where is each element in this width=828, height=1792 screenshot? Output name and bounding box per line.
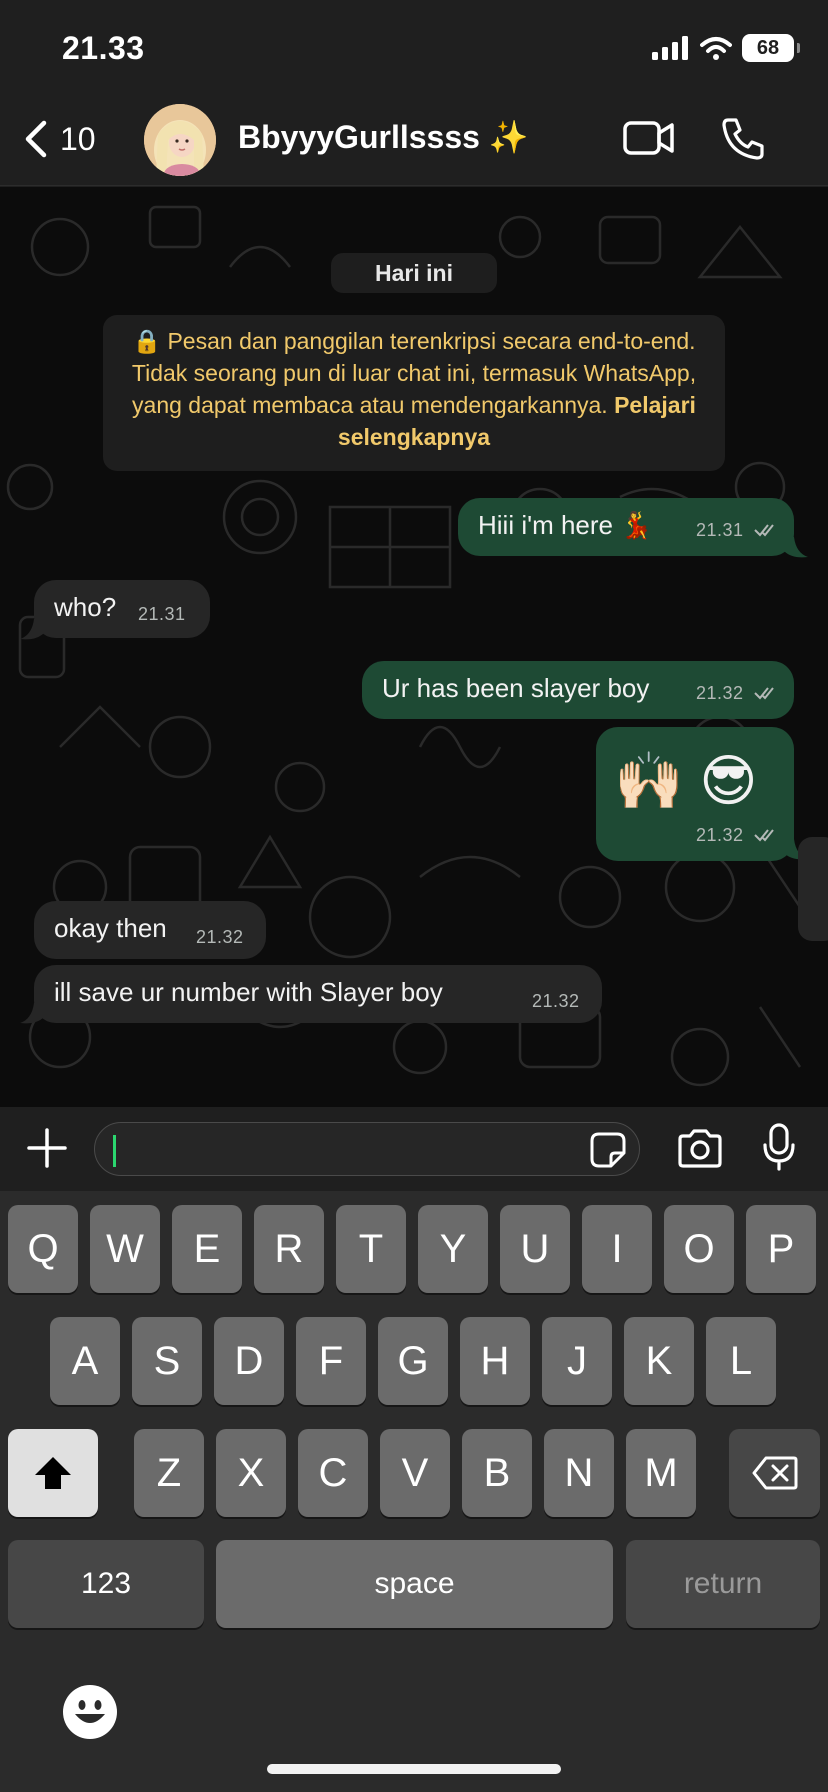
double-check-icon: [754, 524, 774, 537]
message-time: 21.32: [696, 825, 744, 845]
wifi-icon: [700, 37, 732, 60]
plus-icon: [27, 1128, 67, 1168]
key-i[interactable]: I: [582, 1205, 652, 1293]
key-e[interactable]: E: [172, 1205, 242, 1293]
contact-name[interactable]: BbyyyGurllssss ✨: [238, 118, 529, 156]
return-key[interactable]: return: [626, 1540, 820, 1628]
key-b[interactable]: B: [462, 1429, 532, 1517]
forward-handle[interactable]: [798, 837, 828, 941]
encryption-notice[interactable]: 🔒 Pesan dan panggilan terenkripsi secara…: [103, 315, 725, 471]
message-bubble-incoming[interactable]: who? 21.31: [34, 580, 210, 638]
camera-icon: [678, 1129, 722, 1168]
bubble-tail: [20, 619, 44, 640]
microphone-button[interactable]: [762, 1123, 796, 1176]
chat-header: 10 BbyyyGurllssss ✨: [0, 96, 828, 186]
message-bubble-outgoing[interactable]: Ur has been slayer boy 21.32: [362, 661, 794, 719]
key-k[interactable]: K: [624, 1317, 694, 1405]
key-y[interactable]: Y: [418, 1205, 488, 1293]
key-c[interactable]: C: [298, 1429, 368, 1517]
key-w[interactable]: W: [90, 1205, 160, 1293]
message-text: Ur has been slayer boy: [382, 673, 650, 703]
double-check-icon: [754, 829, 774, 842]
chat-area[interactable]: Hari ini 🔒 Pesan dan panggilan terenkrip…: [0, 187, 828, 1107]
onscreen-keyboard: 123 space return QWERTYUIOP ASDFGHJKL ZXCV…: [0, 1191, 828, 1792]
key-l[interactable]: L: [706, 1317, 776, 1405]
shift-arrow-icon: [35, 1457, 71, 1489]
message-bubble-outgoing-emoji[interactable]: 🙌🏻 😎 21.32: [596, 727, 794, 861]
key-m[interactable]: M: [626, 1429, 696, 1517]
message-bubble-incoming[interactable]: ill save ur number with Slayer boy 21.32: [34, 965, 602, 1023]
back-button[interactable]: 10: [22, 114, 96, 164]
voice-call-button[interactable]: [720, 116, 766, 167]
cellular-signal-icon: [652, 36, 688, 60]
avatar[interactable]: [144, 104, 216, 176]
shift-key[interactable]: [8, 1429, 98, 1517]
space-key[interactable]: space: [216, 1540, 613, 1628]
message-text: Hiii i'm here 💃: [478, 510, 653, 540]
message-text: okay then: [54, 913, 167, 943]
message-time: 21.31: [138, 604, 186, 624]
home-indicator[interactable]: [267, 1764, 561, 1774]
status-icons: 68: [652, 34, 800, 62]
emoji-keyboard-button[interactable]: [62, 1684, 118, 1745]
key-x[interactable]: X: [216, 1429, 286, 1517]
key-t[interactable]: T: [336, 1205, 406, 1293]
key-v[interactable]: V: [380, 1429, 450, 1517]
encryption-text: 🔒 Pesan dan panggilan terenkripsi secara…: [131, 328, 697, 418]
backspace-key[interactable]: [729, 1429, 820, 1517]
battery-indicator: 68: [742, 34, 800, 62]
key-f[interactable]: F: [296, 1317, 366, 1405]
message-composer: [0, 1107, 828, 1191]
key-q[interactable]: Q: [8, 1205, 78, 1293]
message-time: 21.32: [532, 991, 580, 1011]
key-r[interactable]: R: [254, 1205, 324, 1293]
avatar-image: [144, 104, 216, 176]
key-u[interactable]: U: [500, 1205, 570, 1293]
key-n[interactable]: N: [544, 1429, 614, 1517]
key-o[interactable]: O: [664, 1205, 734, 1293]
unread-count: 10: [60, 120, 96, 157]
key-g[interactable]: G: [378, 1317, 448, 1405]
phone-icon: [722, 118, 764, 160]
backspace-icon: [752, 1456, 797, 1490]
video-call-button[interactable]: [622, 118, 676, 163]
video-camera-icon: [623, 121, 674, 155]
message-bubble-outgoing[interactable]: Hiii i'm here 💃 21.31: [458, 498, 794, 556]
attach-button[interactable]: [26, 1127, 68, 1174]
key-s[interactable]: S: [132, 1317, 202, 1405]
message-input[interactable]: [94, 1122, 640, 1176]
key-d[interactable]: D: [214, 1317, 284, 1405]
microphone-icon: [763, 1123, 795, 1171]
key-j[interactable]: J: [542, 1317, 612, 1405]
message-time: 21.31: [696, 520, 744, 540]
text-cursor: [113, 1135, 116, 1167]
numbers-key[interactable]: 123: [8, 1540, 204, 1628]
double-check-icon: [754, 687, 774, 700]
sticker-button[interactable]: [589, 1131, 627, 1174]
status-bar: 21.33 68: [0, 0, 828, 96]
key-z[interactable]: Z: [134, 1429, 204, 1517]
message-time: 21.32: [196, 927, 244, 947]
message-time: 21.32: [696, 683, 744, 703]
bubble-tail: [20, 1003, 44, 1024]
date-chip: Hari ini: [331, 253, 497, 293]
sticker-icon: [590, 1132, 626, 1168]
key-h[interactable]: H: [460, 1317, 530, 1405]
camera-button[interactable]: [676, 1129, 724, 1174]
emoji-smile-icon: [63, 1685, 117, 1739]
bubble-tail: [784, 537, 808, 558]
message-text: ill save ur number with Slayer boy: [54, 977, 443, 1007]
status-time: 21.33: [62, 30, 145, 66]
message-text: who?: [54, 592, 117, 622]
key-p[interactable]: P: [746, 1205, 816, 1293]
key-a[interactable]: A: [50, 1317, 120, 1405]
message-bubble-incoming[interactable]: okay then 21.32: [34, 901, 266, 959]
message-text: 🙌🏻 😎: [614, 749, 758, 812]
chevron-left-icon: [25, 120, 47, 158]
